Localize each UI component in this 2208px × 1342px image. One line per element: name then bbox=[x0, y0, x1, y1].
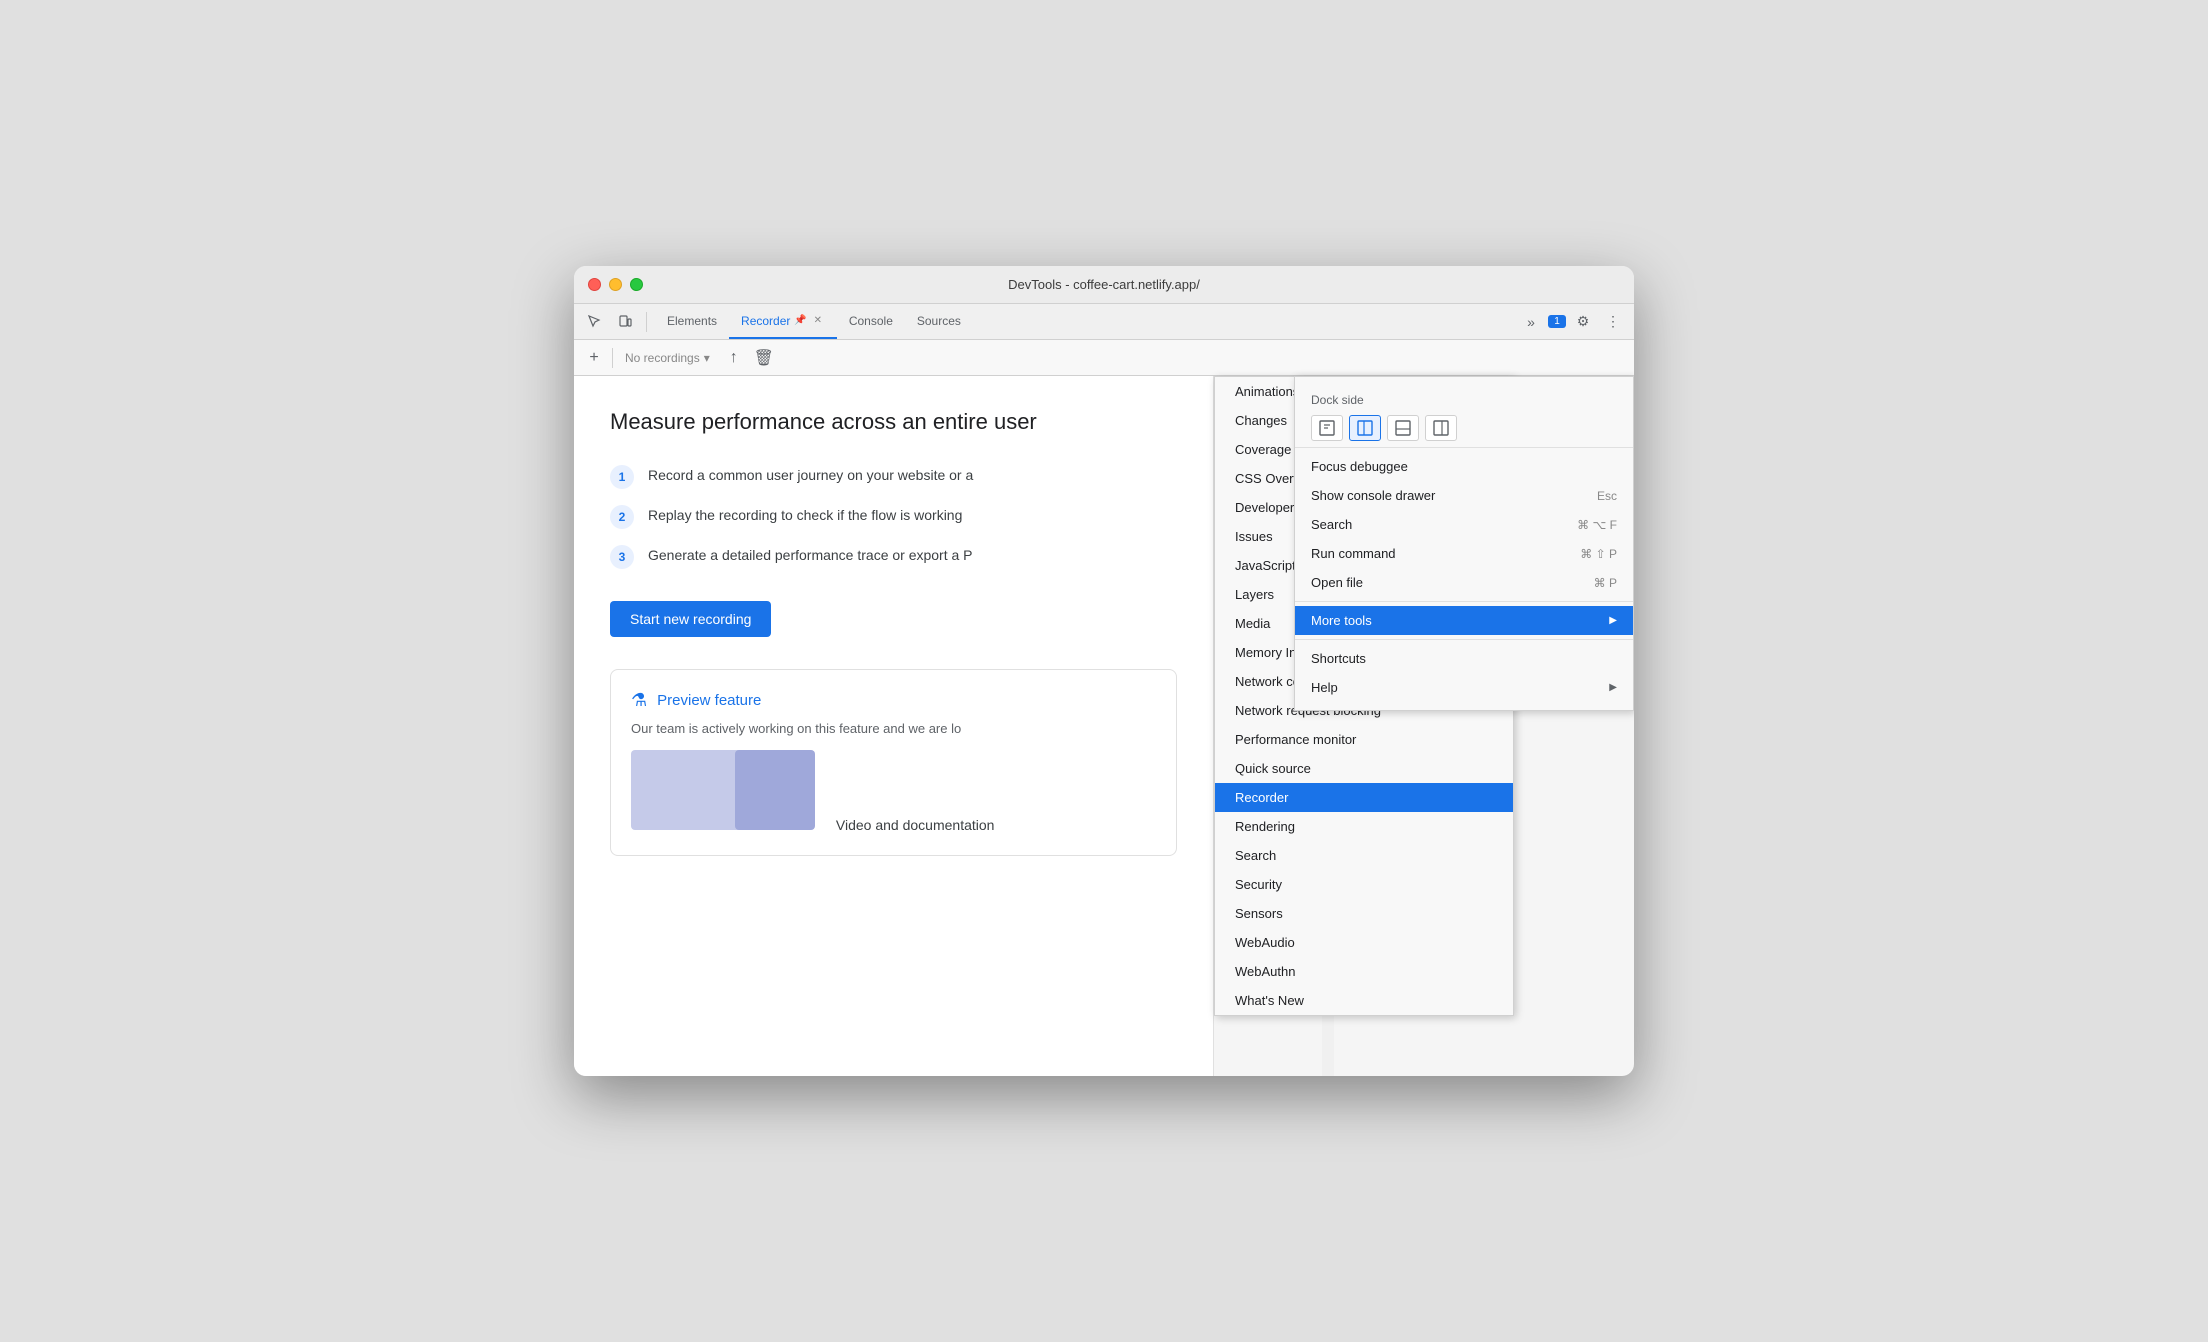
preview-feature-text: Our team is actively working on this fea… bbox=[631, 721, 1156, 736]
preview-feature-title: Preview feature bbox=[657, 692, 761, 709]
maximize-button[interactable] bbox=[630, 278, 643, 291]
menu-arrow-icon: ▶ bbox=[1609, 682, 1617, 693]
issues-badge[interactable]: 1 bbox=[1548, 315, 1566, 328]
steps-list: 1 Record a common user journey on your w… bbox=[610, 465, 1177, 569]
more-tools-item-performance-monitor[interactable]: Performance monitor bbox=[1215, 725, 1513, 754]
tab-elements[interactable]: Elements bbox=[655, 304, 729, 339]
dock-undock-button[interactable] bbox=[1311, 415, 1343, 441]
menu-item-label: Focus debuggee bbox=[1311, 459, 1408, 474]
step-number-1: 1 bbox=[610, 465, 634, 489]
dock-side-section: Dock side bbox=[1295, 385, 1633, 448]
devtools-menu-item-run-command[interactable]: Run command ⌘ ⇧ P bbox=[1295, 539, 1633, 568]
tab-recorder[interactable]: Recorder 📌 ✕ bbox=[729, 304, 837, 339]
more-tools-item-search[interactable]: Search bbox=[1215, 841, 1513, 870]
menu-item-shortcut: Esc bbox=[1597, 489, 1617, 503]
step-item-1: 1 Record a common user journey on your w… bbox=[610, 465, 1177, 489]
preview-feature-box: ⚗ Preview feature Our team is actively w… bbox=[610, 669, 1177, 856]
menu-item-label: Show console drawer bbox=[1311, 488, 1435, 503]
more-options-icon[interactable]: ⋮ bbox=[1600, 309, 1626, 335]
tab-sources[interactable]: Sources bbox=[905, 304, 973, 339]
toolbar-right: » 1 ⚙ ⋮ bbox=[1518, 309, 1626, 335]
menu-item-label: Search bbox=[1311, 517, 1352, 532]
start-new-recording-button[interactable]: Start new recording bbox=[610, 601, 771, 637]
recordings-bar: + No recordings ▾ ↑ 🗑 bbox=[574, 340, 1634, 376]
menu-item-label: Run command bbox=[1311, 546, 1396, 561]
close-button[interactable] bbox=[588, 278, 601, 291]
tab-strip: Elements Recorder 📌 ✕ Console Sources bbox=[655, 304, 1514, 339]
devtools-menu-item-focus-debuggee[interactable]: Focus debuggee bbox=[1295, 452, 1633, 481]
thumbnail-2 bbox=[735, 750, 815, 830]
device-toolbar-icon[interactable] bbox=[612, 309, 638, 335]
recorder-heading: Measure performance across an entire use… bbox=[610, 408, 1177, 437]
menu-item-label: Shortcuts bbox=[1311, 651, 1366, 666]
more-tools-item-quick-source[interactable]: Quick source bbox=[1215, 754, 1513, 783]
title-bar: DevTools - coffee-cart.netlify.app/ bbox=[574, 266, 1634, 304]
more-tools-item-webauthn[interactable]: WebAuthn bbox=[1215, 957, 1513, 986]
recordings-separator bbox=[612, 348, 613, 368]
more-tools-item-webaudio[interactable]: WebAudio bbox=[1215, 928, 1513, 957]
recorder-panel: Measure performance across an entire use… bbox=[574, 376, 1214, 1076]
toolbar-separator-1 bbox=[646, 312, 647, 332]
menu-item-label: Help bbox=[1311, 680, 1338, 695]
preview-thumbnail-area: Video and documentation bbox=[631, 750, 1156, 835]
traffic-lights bbox=[588, 278, 643, 291]
step-text-1: Record a common user journey on your web… bbox=[648, 465, 973, 486]
devtools-menu-item-show-console-drawer[interactable]: Show console drawer Esc bbox=[1295, 481, 1633, 510]
devtools-window: DevTools - coffee-cart.netlify.app/ Elem… bbox=[574, 266, 1634, 1076]
thumbnail-1 bbox=[631, 750, 751, 830]
menu-item-label: Open file bbox=[1311, 575, 1363, 590]
more-tools-item-sensors[interactable]: Sensors bbox=[1215, 899, 1513, 928]
delete-recording-button[interactable]: 🗑 bbox=[752, 346, 776, 370]
devtools-menu-item-help[interactable]: Help ▶ bbox=[1295, 673, 1633, 702]
step-number-2: 2 bbox=[610, 505, 634, 529]
dock-icons bbox=[1311, 415, 1617, 441]
settings-icon[interactable]: ⚙ bbox=[1570, 309, 1596, 335]
menu-item-shortcut: ⌘ ⌥ F bbox=[1577, 518, 1617, 532]
menu-separator-4 bbox=[1295, 601, 1633, 602]
step-number-3: 3 bbox=[610, 545, 634, 569]
dock-side-label: Dock side bbox=[1311, 393, 1617, 407]
upload-recording-button[interactable]: ↑ bbox=[722, 346, 746, 370]
more-tools-item-rendering[interactable]: Rendering bbox=[1215, 812, 1513, 841]
preview-feature-header: ⚗ Preview feature bbox=[631, 690, 1156, 711]
recorder-pin-icon: 📌 bbox=[794, 315, 806, 326]
menu-arrow-icon: ▶ bbox=[1609, 615, 1617, 626]
more-tabs-icon[interactable]: » bbox=[1518, 309, 1544, 335]
step-item-2: 2 Replay the recording to check if the f… bbox=[610, 505, 1177, 529]
menu-separator-5 bbox=[1295, 639, 1633, 640]
flask-icon: ⚗ bbox=[631, 690, 647, 711]
devtools-menu: Dock side bbox=[1294, 376, 1634, 711]
devtools-menu-item-more-tools[interactable]: More tools ▶ bbox=[1295, 606, 1633, 635]
minimize-button[interactable] bbox=[609, 278, 622, 291]
devtools-menu-item-shortcuts[interactable]: Shortcuts bbox=[1295, 644, 1633, 673]
menu-item-shortcut: ⌘ ⇧ P bbox=[1580, 547, 1617, 561]
tab-console[interactable]: Console bbox=[837, 304, 905, 339]
video-doc-label: Video and documentation bbox=[836, 817, 995, 833]
menu-item-shortcut: ⌘ P bbox=[1594, 576, 1617, 590]
dropdown-arrow-icon: ▾ bbox=[704, 351, 710, 365]
window-title: DevTools - coffee-cart.netlify.app/ bbox=[1008, 277, 1200, 292]
dock-left-button[interactable] bbox=[1349, 415, 1381, 441]
more-tools-item-recorder[interactable]: Recorder bbox=[1215, 783, 1513, 812]
devtools-toolbar: Elements Recorder 📌 ✕ Console Sources » … bbox=[574, 304, 1634, 340]
menu-item-label: More tools bbox=[1311, 613, 1372, 628]
step-item-3: 3 Generate a detailed performance trace … bbox=[610, 545, 1177, 569]
add-recording-button[interactable]: + bbox=[582, 346, 606, 370]
main-content: Measure performance across an entire use… bbox=[574, 376, 1634, 1076]
step-text-3: Generate a detailed performance trace or… bbox=[648, 545, 973, 566]
more-tools-item-security[interactable]: Security bbox=[1215, 870, 1513, 899]
dock-right-button[interactable] bbox=[1425, 415, 1457, 441]
devtools-menu-items-container: Focus debuggee Show console drawer Esc Sear… bbox=[1295, 452, 1633, 702]
devtools-menu-item-search[interactable]: Search ⌘ ⌥ F bbox=[1295, 510, 1633, 539]
devtools-menu-item-open-file[interactable]: Open file ⌘ P bbox=[1295, 568, 1633, 597]
recorder-close-icon[interactable]: ✕ bbox=[811, 314, 825, 328]
recordings-dropdown[interactable]: No recordings ▾ bbox=[619, 345, 716, 371]
dock-bottom-button[interactable] bbox=[1387, 415, 1419, 441]
step-text-2: Replay the recording to check if the flo… bbox=[648, 505, 962, 526]
more-tools-item-what's-new[interactable]: What's New bbox=[1215, 986, 1513, 1015]
inspect-element-icon[interactable] bbox=[582, 309, 608, 335]
